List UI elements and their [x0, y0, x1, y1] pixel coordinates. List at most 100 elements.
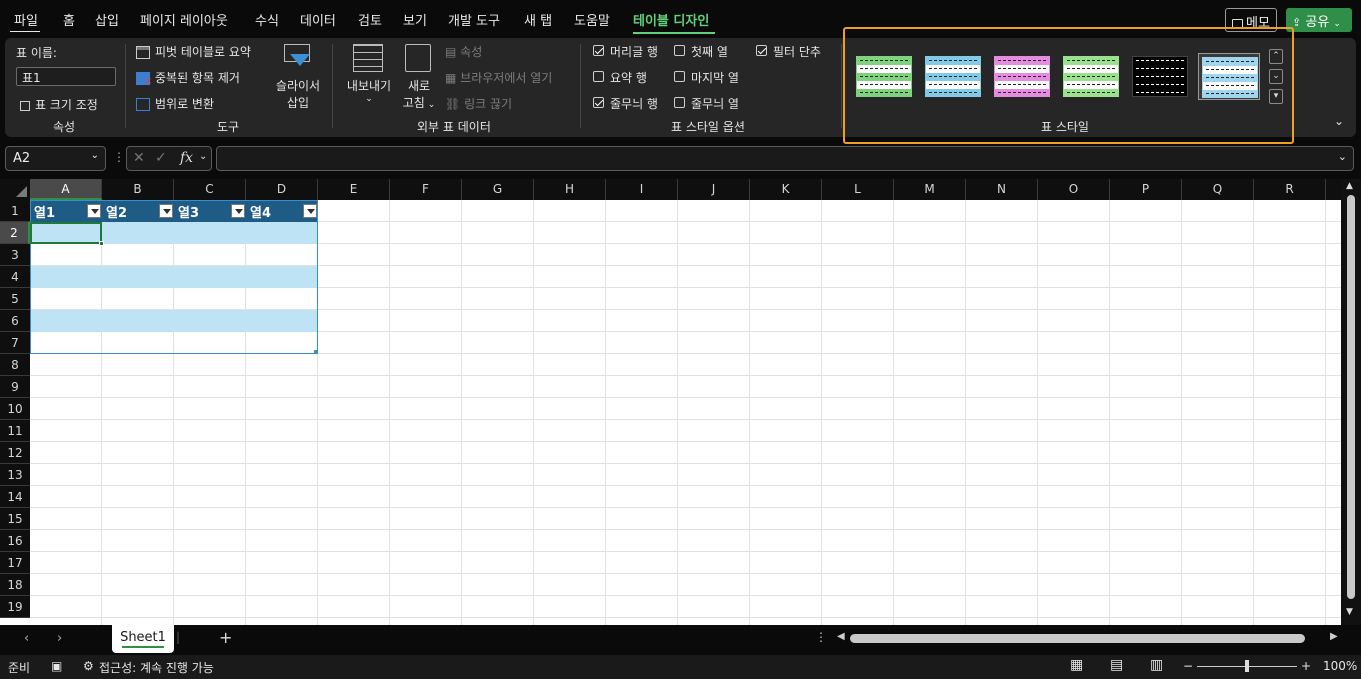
refresh-button[interactable]: 새로 고침 ⌄	[397, 77, 441, 111]
active-cell[interactable]	[30, 222, 104, 246]
column-header[interactable]: O	[1038, 179, 1110, 200]
row-header[interactable]: 2	[0, 222, 30, 244]
row-header[interactable]: 6	[0, 310, 30, 332]
fill-handle[interactable]	[99, 241, 104, 246]
row-header[interactable]: 13	[0, 464, 30, 486]
more-icon[interactable]: ⋮	[113, 150, 125, 164]
column-header[interactable]: E	[318, 179, 390, 200]
column-header[interactable]: N	[966, 179, 1038, 200]
column-header[interactable]: J	[678, 179, 750, 200]
row-header[interactable]: 15	[0, 508, 30, 530]
table-style-green-light[interactable]	[853, 53, 915, 100]
row-header[interactable]: 16	[0, 530, 30, 552]
row-header[interactable]: 8	[0, 354, 30, 376]
tab-view[interactable]: 보기	[403, 10, 427, 29]
ribbon-collapse-button[interactable]: ⌄	[1334, 114, 1344, 128]
column-header[interactable]: R	[1254, 179, 1326, 200]
total-row-checkbox[interactable]	[593, 71, 604, 82]
column-header[interactable]: B	[102, 179, 174, 200]
column-header[interactable]: H	[534, 179, 606, 200]
row-header[interactable]: 5	[0, 288, 30, 310]
row-header[interactable]: 19	[0, 596, 30, 618]
tab-page-layout[interactable]: 페이지 레이아웃	[140, 10, 228, 29]
table-style-pink-light[interactable]	[991, 53, 1053, 100]
gallery-down-button[interactable]: ⌄	[1269, 69, 1283, 84]
banded-rows-checkbox[interactable]	[593, 97, 604, 108]
scroll-left-icon[interactable]: ◀	[837, 631, 845, 642]
tab-help[interactable]: 도움말	[574, 10, 610, 29]
column-header[interactable]: M	[894, 179, 966, 200]
row-header[interactable]: 3	[0, 244, 30, 266]
external-properties-button[interactable]: ▤ 속성	[445, 43, 482, 60]
normal-view-icon[interactable]: ▦	[1070, 657, 1083, 673]
tab-table-design[interactable]: 테이블 디자인	[633, 10, 709, 29]
name-box[interactable]: A2 ⌄	[5, 146, 106, 171]
table-name-input[interactable]: 표1	[16, 67, 116, 86]
column-header[interactable]: G	[462, 179, 534, 200]
scroll-up-icon[interactable]: ▲	[1346, 181, 1353, 191]
page-break-view-icon[interactable]: ▥	[1150, 657, 1163, 673]
insert-function-button[interactable]: fx	[180, 150, 193, 166]
cancel-icon[interactable]: ✕	[133, 150, 145, 166]
tab-review[interactable]: 검토	[358, 10, 382, 29]
formula-input[interactable]: ⌄	[216, 146, 1354, 171]
tab-insert[interactable]: 삽입	[95, 10, 119, 29]
next-sheet-icon[interactable]: ›	[57, 631, 62, 646]
table-resize-handle[interactable]	[314, 350, 318, 354]
row-header[interactable]: 18	[0, 574, 30, 596]
accessibility-status[interactable]: 접근성: 계속 진행 가능	[99, 659, 214, 676]
column-header[interactable]: P	[1110, 179, 1182, 200]
zoom-level[interactable]: 100%	[1323, 659, 1357, 673]
unlink-button[interactable]: ⛓ 링크 끊기	[445, 95, 512, 112]
column-header[interactable]: C	[174, 179, 246, 200]
gallery-up-button[interactable]: ⌃	[1269, 49, 1283, 64]
pivot-summary-button[interactable]: 피벗 테이블로 요약	[136, 43, 251, 60]
add-sheet-button[interactable]: +	[219, 628, 232, 647]
row-header[interactable]: 9	[0, 376, 30, 398]
table-style-blue-selected[interactable]	[1198, 53, 1260, 100]
row-header[interactable]: 17	[0, 552, 30, 574]
column-header[interactable]: L	[822, 179, 894, 200]
scroll-right-icon[interactable]: ▶	[1330, 631, 1338, 642]
row-header[interactable]: 4	[0, 266, 30, 288]
worksheet-grid[interactable]: ABCDEFGHIJKLMNOPQR 1 2 3 4 5 6 7 8 9 10 11 12 13 14 15…	[0, 179, 1361, 625]
banded-columns-checkbox[interactable]	[674, 97, 685, 108]
tab-data[interactable]: 데이터	[300, 10, 336, 29]
table-style-black-dark[interactable]	[1129, 53, 1191, 100]
remove-duplicates-button[interactable]: ✕ 중복된 항목 제거	[136, 69, 240, 87]
row-header[interactable]: 10	[0, 398, 30, 420]
column-header[interactable]: A	[30, 179, 102, 200]
convert-to-range-button[interactable]: 범위로 변환	[136, 95, 214, 112]
column-header[interactable]: D	[246, 179, 318, 200]
accessibility-icon[interactable]: ⚙	[83, 659, 94, 673]
vertical-scroll-thumb[interactable]	[1347, 195, 1355, 599]
row-header[interactable]: 14	[0, 486, 30, 508]
tab-file[interactable]: 파일	[14, 10, 38, 29]
table-style-blue-light[interactable]	[922, 53, 984, 100]
tab-developer[interactable]: 개발 도구	[448, 10, 500, 29]
column-header[interactable]: Q	[1182, 179, 1254, 200]
check-icon[interactable]: ✓	[155, 150, 167, 166]
column-header[interactable]: I	[606, 179, 678, 200]
chevron-down-icon[interactable]: ⌄	[1338, 150, 1347, 163]
column-header[interactable]: F	[390, 179, 462, 200]
header-row-checkbox[interactable]	[593, 45, 604, 56]
horizontal-scroll-thumb[interactable]	[850, 634, 1305, 643]
export-button[interactable]: 내보내기 ⌄	[343, 77, 395, 104]
zoom-slider-thumb[interactable]	[1245, 660, 1249, 672]
gallery-more-button[interactable]: ▾	[1269, 89, 1283, 104]
last-column-checkbox[interactable]	[674, 71, 685, 82]
scroll-down-icon[interactable]: ▼	[1346, 607, 1353, 617]
prev-sheet-icon[interactable]: ‹	[24, 631, 29, 646]
zoom-in-button[interactable]: +	[1301, 659, 1311, 673]
filter-button-checkbox[interactable]	[756, 45, 767, 56]
row-header[interactable]: 7	[0, 332, 30, 354]
page-layout-view-icon[interactable]: ▤	[1110, 657, 1123, 673]
tab-new-tab[interactable]: 새 탭	[524, 10, 552, 29]
share-button[interactable]: ⇪ 공유 ⌄	[1286, 8, 1352, 32]
row-header[interactable]: 11	[0, 420, 30, 442]
more-icon[interactable]: ⋮	[815, 630, 827, 644]
table-style-green-grid[interactable]	[1060, 53, 1122, 100]
row-header[interactable]: 12	[0, 442, 30, 464]
cells-area[interactable]: 열1 열2 열3 열4	[30, 200, 1341, 625]
